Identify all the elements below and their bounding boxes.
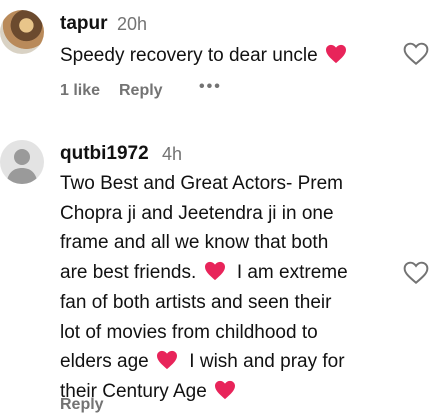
comment-username[interactable]: tapur bbox=[60, 13, 108, 35]
default-avatar-icon bbox=[6, 149, 38, 184]
comment-timestamp: 20h bbox=[117, 14, 148, 34]
heart-emoji-icon bbox=[157, 351, 178, 370]
comment-text-line: lot of movies from childhood to bbox=[60, 321, 318, 343]
avatar[interactable] bbox=[0, 140, 44, 184]
comment-text-line: frame and all we know that both bbox=[60, 232, 329, 254]
comment-text-line: I wish and pray for bbox=[189, 351, 345, 373]
comment-text-line: Two Best and Great Actors- Prem bbox=[60, 173, 343, 194]
heart-emoji-icon bbox=[204, 262, 225, 281]
heart-emoji-icon bbox=[326, 44, 346, 64]
reply-button[interactable]: Reply bbox=[60, 396, 104, 414]
comment-qutbi1972: qutbi1972 4h Two Best and Great Actors- … bbox=[0, 130, 443, 417]
more-options-icon[interactable]: ••• bbox=[199, 78, 222, 96]
comment-text-line: elders age bbox=[60, 351, 149, 373]
like-count[interactable]: 1 like bbox=[60, 82, 100, 100]
comment-text: Two Best and Great Actors- Prem Chopra j… bbox=[60, 169, 348, 407]
comment-username[interactable]: qutbi1972 bbox=[60, 143, 149, 165]
comment-text-line: fan of both artists and seen their bbox=[60, 291, 332, 313]
comment-text: Speedy recovery to dear uncle bbox=[60, 41, 347, 71]
avatar[interactable] bbox=[0, 10, 44, 54]
heart-emoji-icon bbox=[215, 380, 236, 400]
comment-text-line: Speedy recovery to dear uncle bbox=[60, 45, 318, 66]
comment-text-line: are best friends. bbox=[60, 262, 197, 284]
like-heart-icon[interactable] bbox=[403, 42, 429, 66]
comment-text-line: I am extreme bbox=[236, 262, 348, 284]
comment-timestamp: 4h bbox=[162, 144, 183, 164]
reply-button[interactable]: Reply bbox=[119, 82, 163, 100]
comment-tapur: tapur 20h Speedy recovery to dear uncle … bbox=[0, 0, 443, 110]
like-heart-icon[interactable] bbox=[403, 261, 429, 285]
comment-text-line: Chopra ji and Jeetendra ji in one bbox=[60, 202, 334, 224]
